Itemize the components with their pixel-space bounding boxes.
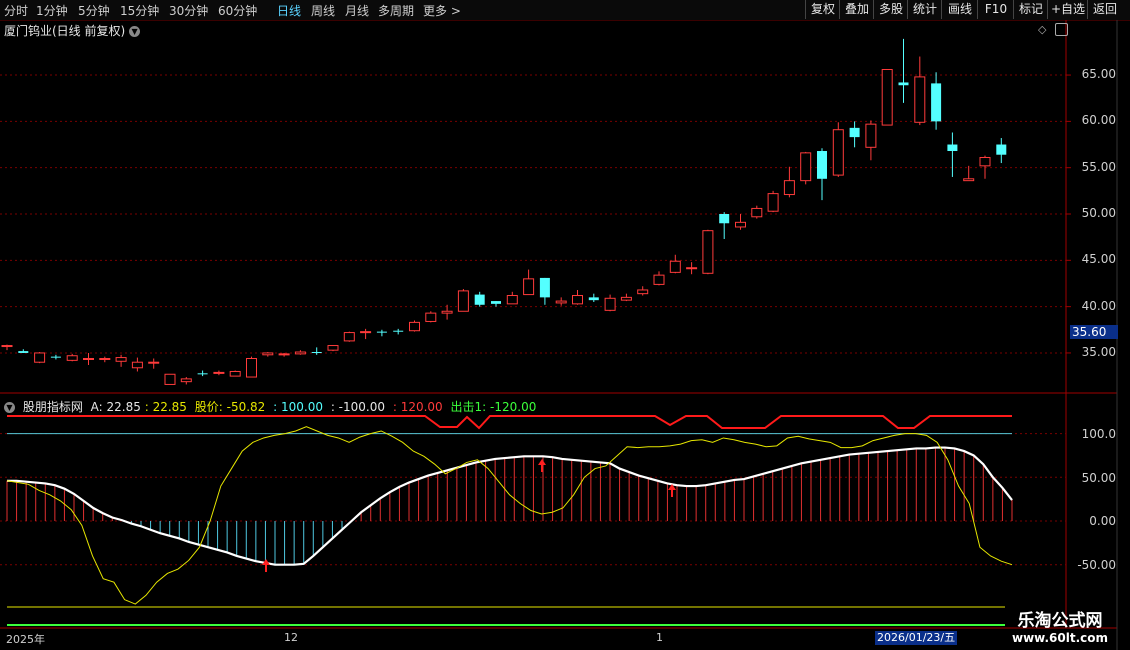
candle-body bbox=[588, 297, 599, 301]
price-axis-label: 50.00 bbox=[1081, 206, 1116, 220]
candle-body bbox=[197, 373, 208, 375]
candle-body bbox=[669, 260, 681, 273]
watermark-logo: 乐淘公式网 www.60lt.com bbox=[995, 606, 1125, 646]
candle-body bbox=[213, 371, 225, 374]
candle-body bbox=[229, 370, 241, 377]
watermark-url: www.60lt.com bbox=[1011, 631, 1109, 645]
indicator-a-label: A: 22.85 bbox=[90, 400, 141, 414]
candle-body bbox=[99, 358, 111, 361]
candle-body bbox=[539, 277, 550, 298]
candle-body bbox=[491, 301, 501, 304]
candle-body bbox=[376, 331, 387, 333]
candle-body bbox=[947, 144, 958, 152]
indicator-name[interactable]: 股朋指标网 bbox=[23, 400, 83, 414]
candle-body bbox=[66, 355, 78, 361]
candle-body bbox=[523, 278, 535, 296]
kline-chart[interactable] bbox=[0, 0, 1130, 650]
candle-body bbox=[620, 296, 632, 301]
ind-axis-50: 50.00 bbox=[1081, 471, 1116, 485]
candle-body bbox=[425, 312, 437, 322]
candle-body bbox=[637, 289, 649, 295]
candle-body bbox=[34, 352, 46, 363]
candle-body bbox=[457, 290, 469, 312]
chevron-down-icon[interactable]: ▼ bbox=[4, 402, 15, 413]
candle-body bbox=[963, 178, 975, 182]
price-axis-label: 35.00 bbox=[1081, 344, 1116, 359]
price-axis-label: 65.00 bbox=[1081, 67, 1116, 82]
candle-body bbox=[180, 378, 192, 383]
candle-body bbox=[865, 123, 877, 148]
candle-body bbox=[474, 294, 485, 305]
price-axis-label: 45.00 bbox=[1081, 252, 1116, 267]
candle-body bbox=[246, 358, 257, 378]
candle-body bbox=[686, 267, 698, 270]
candle-body bbox=[555, 300, 567, 304]
candle-body bbox=[294, 351, 306, 355]
watermark-title: 乐淘公式网 bbox=[1017, 611, 1103, 631]
ind-axis-0: 0.00 bbox=[1089, 514, 1116, 528]
candle-body bbox=[18, 351, 29, 353]
indicator-stock-price: 股价: -50.82 bbox=[194, 400, 266, 414]
red-top-line bbox=[7, 415, 1012, 430]
price-axis-label: 40.00 bbox=[1081, 298, 1116, 313]
indicator-a-value: : 22.85 bbox=[144, 400, 187, 414]
candle-body bbox=[1, 345, 13, 348]
candle-body bbox=[881, 68, 893, 126]
candle-body bbox=[702, 230, 714, 274]
candle-body bbox=[653, 274, 665, 285]
ind-axis-100: 100.0 bbox=[1081, 427, 1116, 441]
indicator-exit: 出击1: -120.00 bbox=[450, 400, 537, 414]
x-label-jan: 1 bbox=[656, 631, 663, 644]
candle-body bbox=[115, 357, 127, 362]
candle-body bbox=[393, 330, 404, 332]
candle-body bbox=[979, 156, 991, 167]
candle-body bbox=[898, 82, 909, 86]
candle-body bbox=[572, 295, 583, 305]
candle-body bbox=[914, 76, 926, 123]
candle-body bbox=[83, 358, 94, 361]
candle-body bbox=[262, 352, 274, 356]
candle-body bbox=[148, 361, 160, 364]
candle-body bbox=[800, 152, 812, 182]
candle-body bbox=[278, 353, 290, 356]
candle-body bbox=[311, 352, 322, 354]
candle-body bbox=[327, 345, 339, 351]
candle-body bbox=[832, 129, 844, 176]
candle-body bbox=[817, 151, 827, 179]
candle-body bbox=[164, 373, 176, 385]
candle-body bbox=[783, 180, 795, 196]
candle-body bbox=[360, 331, 372, 334]
buy-arrow-icon bbox=[538, 459, 546, 465]
candle-body bbox=[735, 221, 746, 228]
indicator-100: : 100.00 bbox=[273, 400, 323, 414]
candle-body bbox=[996, 144, 1007, 155]
indicator-header: ▼ 股朋指标网 A: 22.85 : 22.85 股价: -50.82 : 10… bbox=[4, 398, 540, 415]
crosshair-date: 2026/01/23/五 bbox=[875, 631, 958, 645]
candle-body bbox=[409, 321, 420, 332]
current-price-tag: 35.60 bbox=[1070, 325, 1118, 339]
candle-body bbox=[343, 332, 355, 342]
x-label-dec: 12 bbox=[284, 631, 298, 644]
candle-body bbox=[767, 193, 779, 212]
candle-body bbox=[849, 127, 860, 138]
candle-body bbox=[131, 361, 143, 369]
candle-body bbox=[931, 83, 942, 122]
price-axis-label: 60.00 bbox=[1081, 113, 1116, 128]
candle-body bbox=[506, 295, 518, 305]
ind-axis-neg50: -50.00 bbox=[1077, 558, 1116, 572]
candle-body bbox=[604, 297, 616, 311]
candle-body bbox=[751, 207, 763, 218]
candle-body bbox=[441, 310, 453, 314]
candle-body bbox=[50, 356, 61, 358]
window-toggle-icon[interactable] bbox=[1055, 23, 1068, 36]
x-label-2025: 2025年 bbox=[6, 633, 45, 646]
white-indicator-line bbox=[7, 446, 1013, 566]
candle-body bbox=[719, 214, 730, 224]
price-axis-label: 55.00 bbox=[1081, 159, 1116, 174]
diamond-icon[interactable]: ◇ bbox=[1038, 23, 1046, 36]
indicator-neg100: : -100.00 bbox=[330, 400, 386, 414]
indicator-120: : 120.00 bbox=[392, 400, 443, 414]
